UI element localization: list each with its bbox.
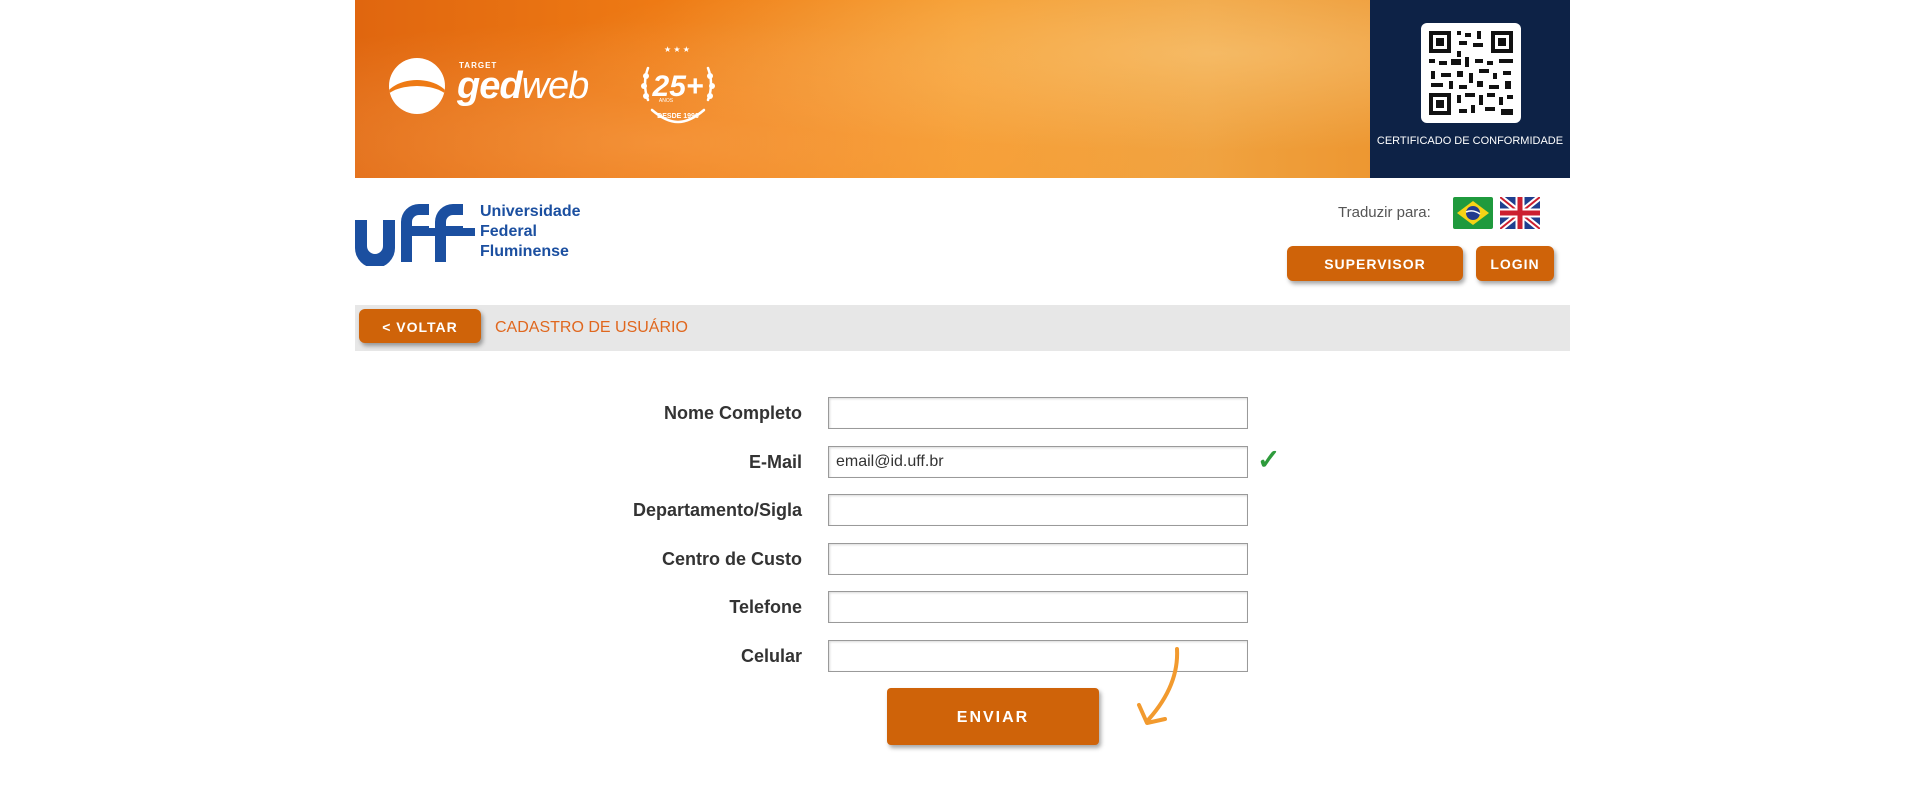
uff-logo-icon [355, 204, 475, 266]
svg-text:★ ★ ★: ★ ★ ★ [664, 45, 690, 54]
label-cost-center: Centro de Custo [661, 549, 802, 569]
certificate-caption: CERTIFICADO DE CONFORMIDADE [1376, 135, 1564, 147]
label-phone: Telefone [729, 597, 802, 617]
qr-code-icon[interactable] [1421, 23, 1521, 123]
label-full-name: Nome Completo [663, 403, 802, 423]
department-input[interactable] [828, 494, 1248, 526]
back-button[interactable]: < VOLTAR [359, 309, 481, 343]
university-line-2: Federal [480, 223, 537, 240]
phone-input[interactable] [828, 591, 1248, 623]
university-name: Universidade Federal Fluminense [480, 202, 580, 262]
university-line-1: Universidade [480, 203, 581, 220]
seal-small-label: ANOS [659, 98, 674, 104]
page: TARGET gedweb ★ ★ ★ 25+ ANOS DESDE 1996 [355, 0, 1570, 800]
label-email: E-Mail [748, 452, 802, 472]
full-name-input[interactable] [828, 397, 1248, 429]
submit-button[interactable]: ENVIAR [887, 688, 1099, 745]
gedweb-target-label: TARGET [459, 60, 498, 70]
checkmark-icon: ✓ [1257, 444, 1281, 475]
gedweb-wordmark: TARGET gedweb [457, 61, 590, 108]
pointer-arrow-icon [1137, 647, 1180, 725]
page-title: CADASTRO DE USUÁRIO [495, 319, 688, 336]
label-department: Departamento/Sigla [632, 500, 802, 520]
seal-since-label: DESDE 1996 [657, 113, 699, 120]
login-button[interactable]: LOGIN [1476, 246, 1554, 281]
label-mobile: Celular [740, 646, 802, 666]
gedweb-logo-icon [389, 58, 445, 114]
anniversary-seal-icon: ★ ★ ★ 25+ ANOS DESDE 1996 [641, 45, 715, 124]
gedweb-logo: TARGET gedweb [389, 58, 590, 114]
certificate-panel: CERTIFICADO DE CONFORMIDADE [1370, 0, 1570, 178]
email-input[interactable] [828, 446, 1248, 478]
hero-banner: TARGET gedweb ★ ★ ★ 25+ ANOS DESDE 1996 [355, 0, 1570, 178]
supervisor-button[interactable]: SUPERVISOR [1287, 246, 1463, 281]
uk-flag-icon[interactable] [1500, 197, 1540, 229]
gedweb-ged: ged [457, 64, 523, 107]
gedweb-web: web [521, 64, 590, 107]
university-line-3: Fluminense [480, 243, 569, 260]
cost-center-input[interactable] [828, 543, 1248, 575]
brazil-flag-icon[interactable] [1453, 197, 1493, 229]
translate-label: Traduzir para: [1338, 204, 1431, 221]
